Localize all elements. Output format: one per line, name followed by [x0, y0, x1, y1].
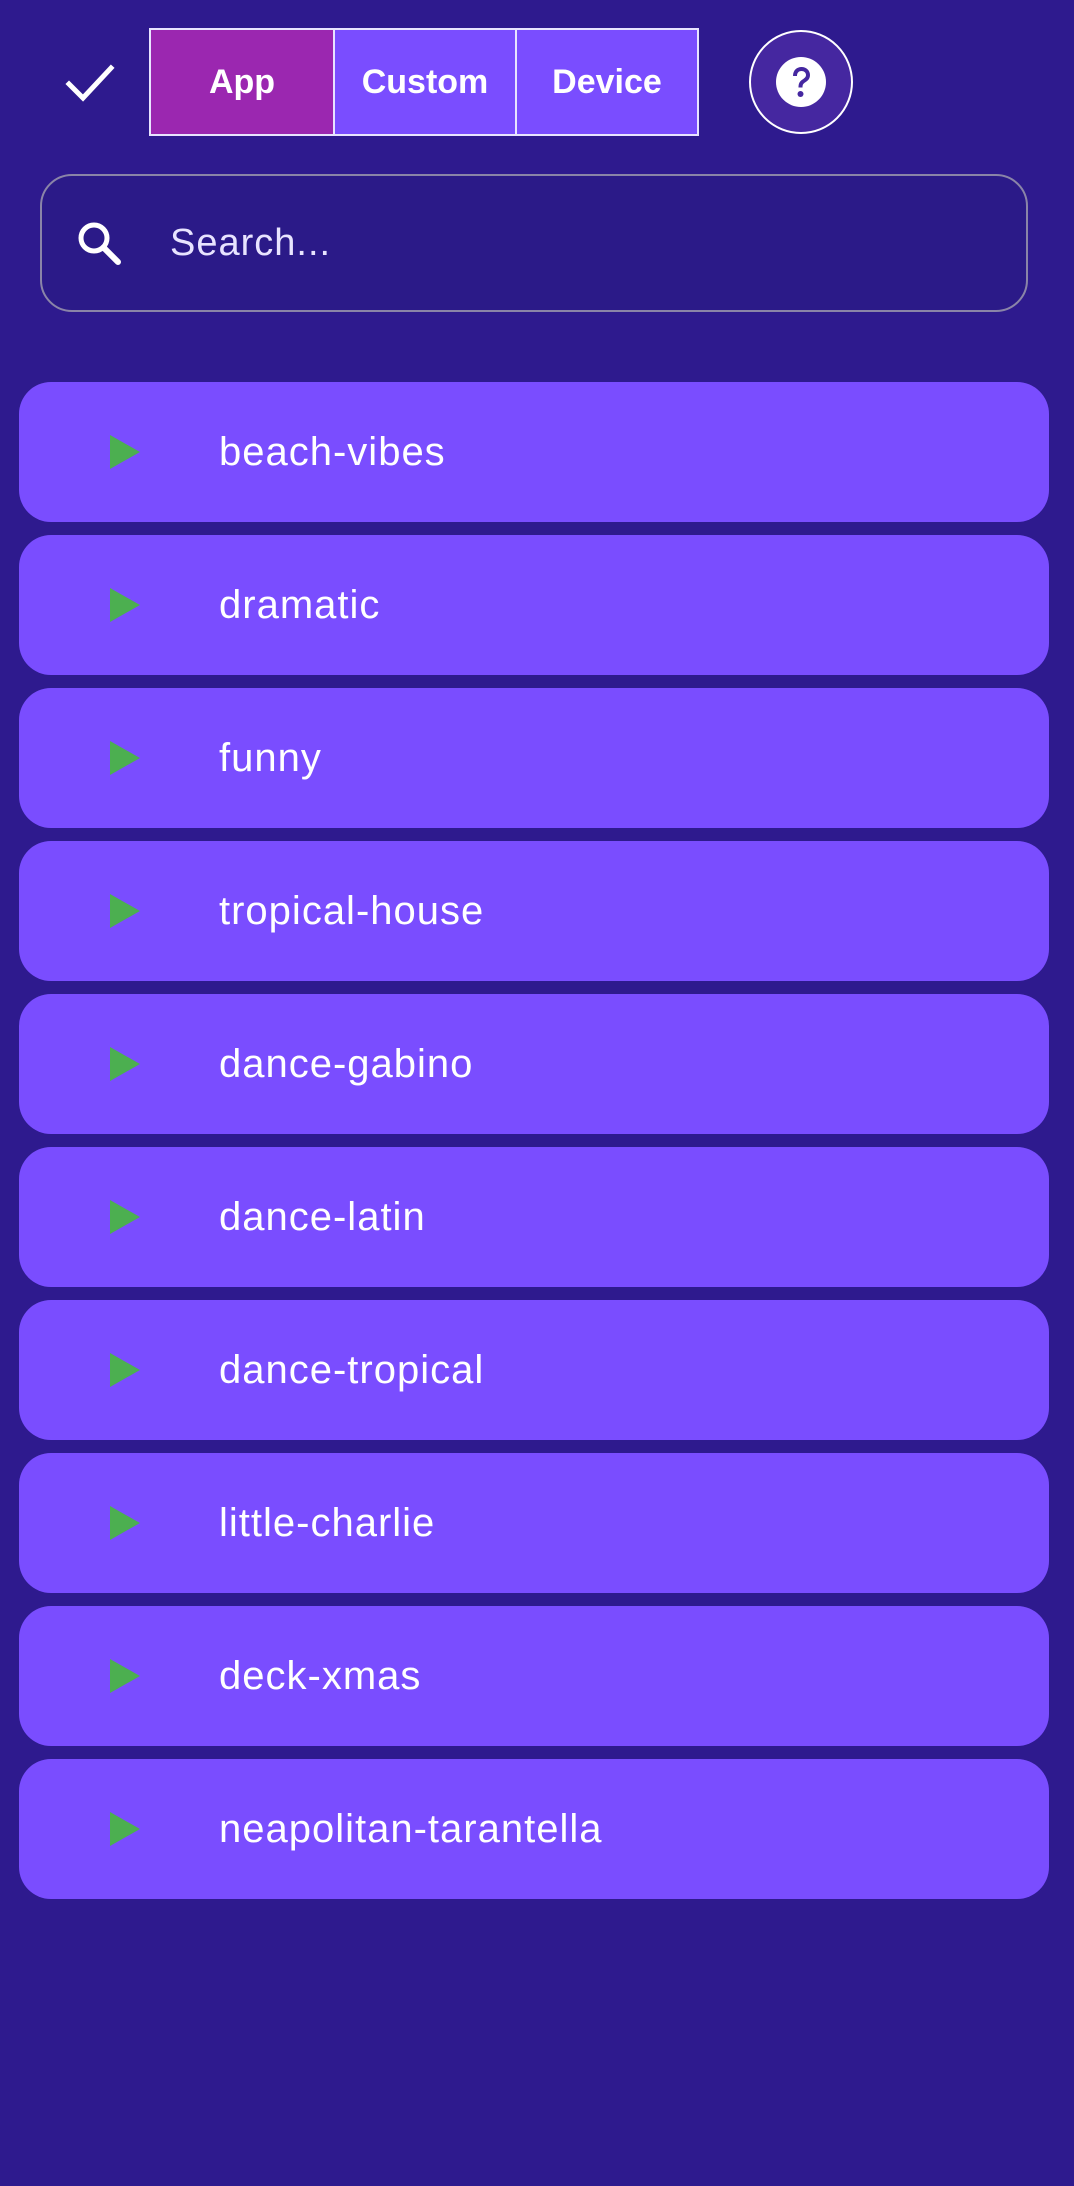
list-item-label: deck-xmas	[219, 1653, 422, 1698]
confirm-button[interactable]	[58, 56, 122, 112]
list-item[interactable]: funny	[19, 688, 1049, 828]
segment-custom[interactable]: Custom	[333, 30, 515, 134]
play-icon[interactable]	[105, 1656, 145, 1696]
list-item[interactable]: little-charlie	[19, 1453, 1049, 1593]
list-item[interactable]: deck-xmas	[19, 1606, 1049, 1746]
play-icon[interactable]	[105, 1503, 145, 1543]
list-item-label: dance-tropical	[219, 1347, 485, 1392]
list-item[interactable]: beach-vibes	[19, 382, 1049, 522]
segment-app[interactable]: App	[151, 30, 333, 134]
help-button[interactable]	[749, 30, 853, 134]
list-item[interactable]: dance-tropical	[19, 1300, 1049, 1440]
play-icon[interactable]	[105, 432, 145, 472]
play-icon[interactable]	[105, 585, 145, 625]
play-icon[interactable]	[105, 1044, 145, 1084]
search-input[interactable]	[168, 202, 1026, 284]
list-item-label: beach-vibes	[219, 429, 446, 474]
play-icon[interactable]	[105, 1350, 145, 1390]
list-item-label: dramatic	[219, 582, 381, 627]
segment-device[interactable]: Device	[515, 30, 697, 134]
list-item-label: dance-gabino	[219, 1041, 474, 1086]
play-icon[interactable]	[105, 1197, 145, 1237]
search-icon	[74, 218, 124, 268]
list-item-label: funny	[219, 735, 322, 780]
source-segmented-control: App Custom Device	[149, 28, 699, 136]
list-item[interactable]: dance-latin	[19, 1147, 1049, 1287]
play-icon[interactable]	[105, 1809, 145, 1849]
sound-picker-screen: App Custom Device beach-vibes dramatic	[0, 0, 1074, 2186]
list-item[interactable]: neapolitan-tarantella	[19, 1759, 1049, 1899]
help-circle-icon	[776, 57, 826, 107]
check-icon	[65, 64, 115, 102]
list-item[interactable]: dramatic	[19, 535, 1049, 675]
list-item-label: neapolitan-tarantella	[219, 1806, 603, 1851]
list-item-label: tropical-house	[219, 888, 485, 933]
play-icon[interactable]	[105, 738, 145, 778]
play-icon[interactable]	[105, 891, 145, 931]
list-item[interactable]: tropical-house	[19, 841, 1049, 981]
sound-list: beach-vibes dramatic funny tropical-hous…	[19, 382, 1049, 1912]
list-item[interactable]: dance-gabino	[19, 994, 1049, 1134]
list-item-label: dance-latin	[219, 1194, 426, 1239]
search-bar	[40, 174, 1028, 312]
list-item-label: little-charlie	[219, 1500, 436, 1545]
